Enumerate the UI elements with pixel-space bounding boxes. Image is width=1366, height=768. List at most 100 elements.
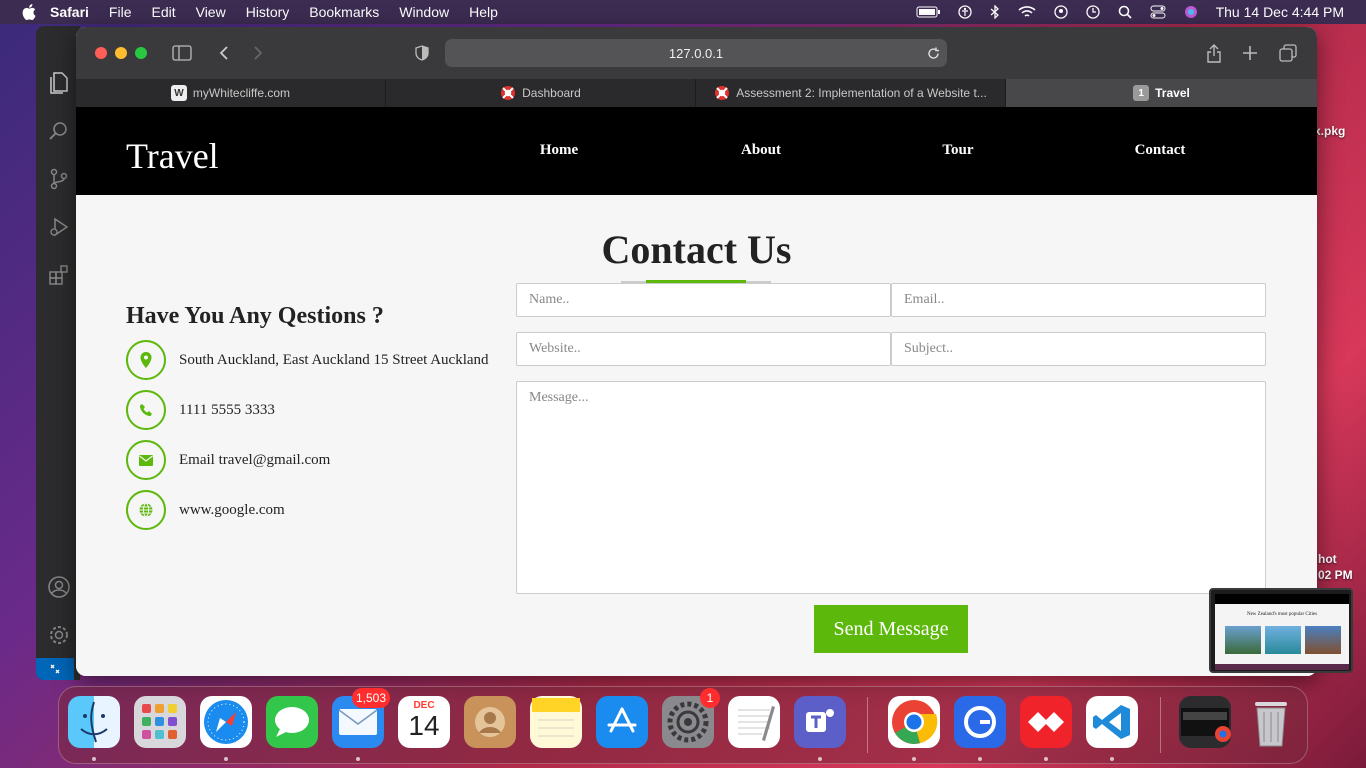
nav-about[interactable]: About (701, 142, 821, 159)
system-settings-icon[interactable]: 1 (662, 688, 720, 748)
lifebuoy-favicon-icon (714, 85, 730, 101)
control-center-icon[interactable] (1150, 5, 1166, 19)
apple-icon[interactable] (22, 4, 38, 20)
questions-heading: Have You Any Qestions ? (126, 303, 384, 329)
messages-icon[interactable] (266, 696, 318, 748)
search-icon[interactable] (1118, 5, 1132, 19)
message-textarea[interactable] (516, 381, 1266, 594)
running-indicator (912, 757, 916, 761)
safari-window: 127.0.0.1 W myWhitecliffe.com Dashboard … (76, 27, 1317, 676)
menubar-clock[interactable]: Thu 14 Dec 4:44 PM (1216, 4, 1344, 20)
web-page: Travel Home About Tour Contact Contact U… (76, 107, 1317, 676)
menu-bar: Safari File Edit View History Bookmarks … (0, 0, 1366, 24)
chrome-icon[interactable] (888, 696, 940, 748)
new-tab-plus-icon[interactable] (1240, 43, 1260, 63)
zoom-window-button[interactable] (135, 47, 147, 59)
menu-window[interactable]: Window (399, 4, 449, 20)
account-icon[interactable] (46, 574, 72, 600)
wifi-icon[interactable] (1018, 5, 1036, 19)
notes-icon[interactable] (530, 696, 582, 748)
siri-icon[interactable] (1184, 5, 1198, 19)
share-icon[interactable] (1204, 43, 1224, 63)
bluetooth-icon[interactable] (990, 5, 1000, 19)
desktop-screenshot-label-1[interactable]: hot (1318, 552, 1337, 566)
desktop-pkg-label[interactable]: x.pkg (1314, 124, 1345, 138)
safari-icon[interactable] (200, 696, 252, 748)
send-message-button[interactable]: Send Message (814, 605, 968, 653)
running-indicator (224, 757, 228, 761)
mail-icon[interactable]: 1,503 (332, 688, 390, 748)
launchpad-icon[interactable] (134, 696, 186, 748)
back-chevron-icon[interactable] (214, 43, 234, 63)
page-title: Contact Us (601, 227, 792, 272)
screenshot-thumbnail[interactable]: New Zealand's most popular Cities (1209, 588, 1353, 673)
reload-icon[interactable] (925, 45, 941, 61)
app-store-icon[interactable] (596, 696, 648, 748)
battery-icon[interactable] (916, 6, 940, 18)
calendar-icon[interactable]: DEC 14 (398, 696, 450, 748)
textedit-icon[interactable] (728, 696, 780, 748)
vscode-icon[interactable] (1086, 696, 1138, 748)
extensions-icon[interactable] (46, 262, 72, 288)
site-navbar: Travel Home About Tour Contact (76, 107, 1317, 195)
sidebar-toggle-icon[interactable] (172, 43, 192, 63)
thumbnail-navbar (1215, 594, 1349, 604)
close-window-button[interactable] (95, 47, 107, 59)
tab-travel[interactable]: 1 Travel (1006, 79, 1317, 107)
anydesk-icon[interactable] (1020, 696, 1072, 748)
menu-bookmarks[interactable]: Bookmarks (309, 4, 379, 20)
tab-label: myWhitecliffe.com (192, 86, 291, 100)
address-bar[interactable]: 127.0.0.1 (445, 39, 947, 67)
number-favicon-icon: 1 (1133, 85, 1150, 101)
menu-history[interactable]: History (246, 4, 290, 20)
minimized-window-icon[interactable] (1179, 696, 1231, 748)
privacy-shield-icon[interactable] (412, 43, 432, 63)
source-control-icon[interactable] (46, 166, 72, 192)
safari-toolbar: 127.0.0.1 (76, 27, 1317, 79)
subject-input[interactable] (891, 332, 1266, 366)
accessibility-icon[interactable] (957, 5, 972, 19)
run-debug-icon[interactable] (46, 214, 72, 240)
desktop-screenshot-label-2[interactable]: 02 PM (1318, 568, 1353, 582)
trash-icon[interactable] (1245, 696, 1297, 748)
nav-home[interactable]: Home (499, 142, 619, 159)
thumbnail-caption: New Zealand's most popular Cities (1246, 612, 1318, 617)
menu-file[interactable]: File (109, 4, 132, 20)
tab-mywhitecliffe[interactable]: W myWhitecliffe.com (76, 79, 386, 107)
forward-chevron-icon[interactable] (248, 43, 268, 63)
nav-contact[interactable]: Contact (1100, 142, 1220, 159)
dock: 1,503 DEC 14 1 (58, 686, 1308, 764)
menu-edit[interactable]: Edit (151, 4, 175, 20)
website-input[interactable] (516, 332, 891, 366)
site-logo[interactable]: Travel (126, 135, 219, 177)
name-input[interactable] (516, 283, 891, 317)
grammarly-icon[interactable] (954, 696, 1006, 748)
lifebuoy-favicon-icon (500, 85, 516, 101)
contacts-icon[interactable] (464, 696, 516, 748)
nav-tour[interactable]: Tour (898, 142, 1018, 159)
menu-app-name[interactable]: Safari (50, 4, 89, 20)
envelope-icon (126, 440, 166, 480)
tab-assessment[interactable]: Assessment 2: Implementation of a Websit… (696, 79, 1006, 107)
phone-item: 1111 5555 3333 (126, 390, 275, 430)
url-text: 127.0.0.1 (668, 45, 724, 61)
teams-icon[interactable] (794, 696, 846, 748)
finder-icon[interactable] (68, 696, 120, 748)
explorer-icon[interactable] (46, 70, 72, 96)
minimize-window-button[interactable] (115, 47, 127, 59)
tab-dashboard[interactable]: Dashboard (386, 79, 696, 107)
user-icon[interactable] (1053, 5, 1068, 19)
search-icon[interactable] (46, 118, 72, 144)
tab-label: Assessment 2: Implementation of a Websit… (736, 86, 987, 100)
tab-overview-icon[interactable] (1278, 43, 1298, 63)
menu-view[interactable]: View (196, 4, 226, 20)
settings-update-badge: 1 (700, 688, 720, 708)
remote-indicator-icon[interactable] (36, 658, 74, 680)
tab-label: Dashboard (522, 86, 581, 100)
menu-help[interactable]: Help (469, 4, 498, 20)
time-machine-icon[interactable] (1085, 5, 1100, 19)
thumbnail-dock (1215, 664, 1349, 670)
settings-gear-icon[interactable] (46, 622, 72, 648)
website-text: www.google.com (179, 501, 285, 518)
email-input[interactable] (891, 283, 1266, 317)
